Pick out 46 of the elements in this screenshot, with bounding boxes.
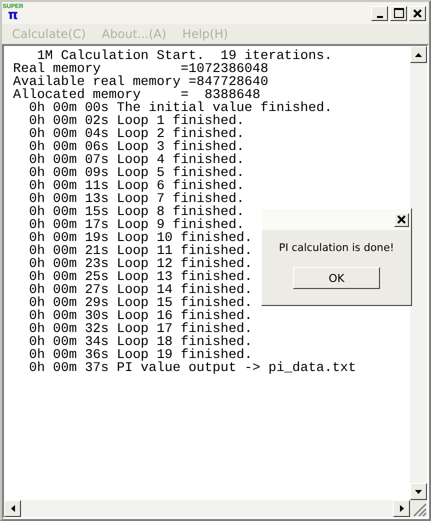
dialog-close-button[interactable] [394, 212, 409, 226]
maximize-button[interactable] [390, 6, 407, 20]
close-icon [413, 8, 422, 18]
console-line: 0h 00m 30s Loop 16 finished. [28, 309, 252, 322]
console-line: 0h 00m 13s Loop 7 finished. [28, 192, 244, 205]
scroll-up-button[interactable] [410, 46, 427, 63]
minimize-icon [376, 16, 382, 18]
scroll-right-button[interactable] [393, 500, 410, 517]
console-line: 0h 00m 04s Loop 2 finished. [28, 127, 244, 140]
console-line: Allocated memory = 8388648 [13, 88, 260, 101]
console-line: 0h 00m 23s Loop 12 finished. [28, 257, 252, 270]
console-line: Real memory =1072386048 [13, 62, 268, 75]
console-line: 0h 00m 06s Loop 3 finished. [28, 140, 244, 153]
left-arrow-icon [10, 505, 14, 512]
close-button[interactable] [409, 6, 426, 20]
console-line: 0h 00m 07s Loop 4 finished. [28, 153, 244, 166]
vertical-scrollbar[interactable] [410, 46, 427, 500]
console-line: 0h 00m 15s Loop 8 finished. [28, 205, 244, 218]
console-line: 0h 00m 27s Loop 14 finished. [28, 283, 252, 296]
dialog-message: PI calculation is done! [278, 242, 394, 255]
maximize-icon [394, 8, 404, 18]
console-line: 1M Calculation Start. 19 iterations. [36, 49, 332, 62]
console-line: 0h 00m 34s Loop 18 finished. [28, 335, 252, 348]
console-line: 0h 00m 21s Loop 11 finished. [28, 244, 252, 257]
console-line: 0h 00m 17s Loop 9 finished. [28, 218, 244, 231]
console-line: 0h 00m 25s Loop 13 finished. [28, 270, 252, 283]
console-line: 0h 00m 19s Loop 10 finished. [28, 231, 252, 244]
console-line: 0h 00m 00s The initial value finished. [28, 101, 332, 114]
ok-button[interactable]: OK [293, 267, 380, 289]
scroll-left-button[interactable] [4, 500, 21, 517]
console-line: Available real memory =847728640 [13, 75, 268, 88]
down-arrow-icon [415, 490, 422, 494]
right-arrow-icon [400, 505, 404, 512]
console-line: 0h 00m 11s Loop 6 finished. [28, 179, 244, 192]
close-icon [397, 215, 406, 224]
console-line: 0h 00m 29s Loop 15 finished. [28, 296, 252, 309]
console-line: 0h 00m 32s Loop 17 finished. [28, 322, 252, 335]
resize-grip-icon[interactable] [410, 500, 427, 517]
console-line: 0h 00m 02s Loop 1 finished. [28, 114, 244, 127]
up-arrow-icon [415, 52, 422, 56]
scroll-down-button[interactable] [410, 483, 427, 500]
console-line: 0h 00m 36s Loop 19 finished. [28, 348, 252, 361]
minimize-button[interactable] [371, 6, 388, 20]
horizontal-scrollbar[interactable] [4, 500, 410, 517]
console-line: 0h 00m 09s Loop 5 finished. [28, 166, 244, 179]
console-line: 0h 00m 37s PI value output -> pi_data.txt [28, 361, 356, 374]
